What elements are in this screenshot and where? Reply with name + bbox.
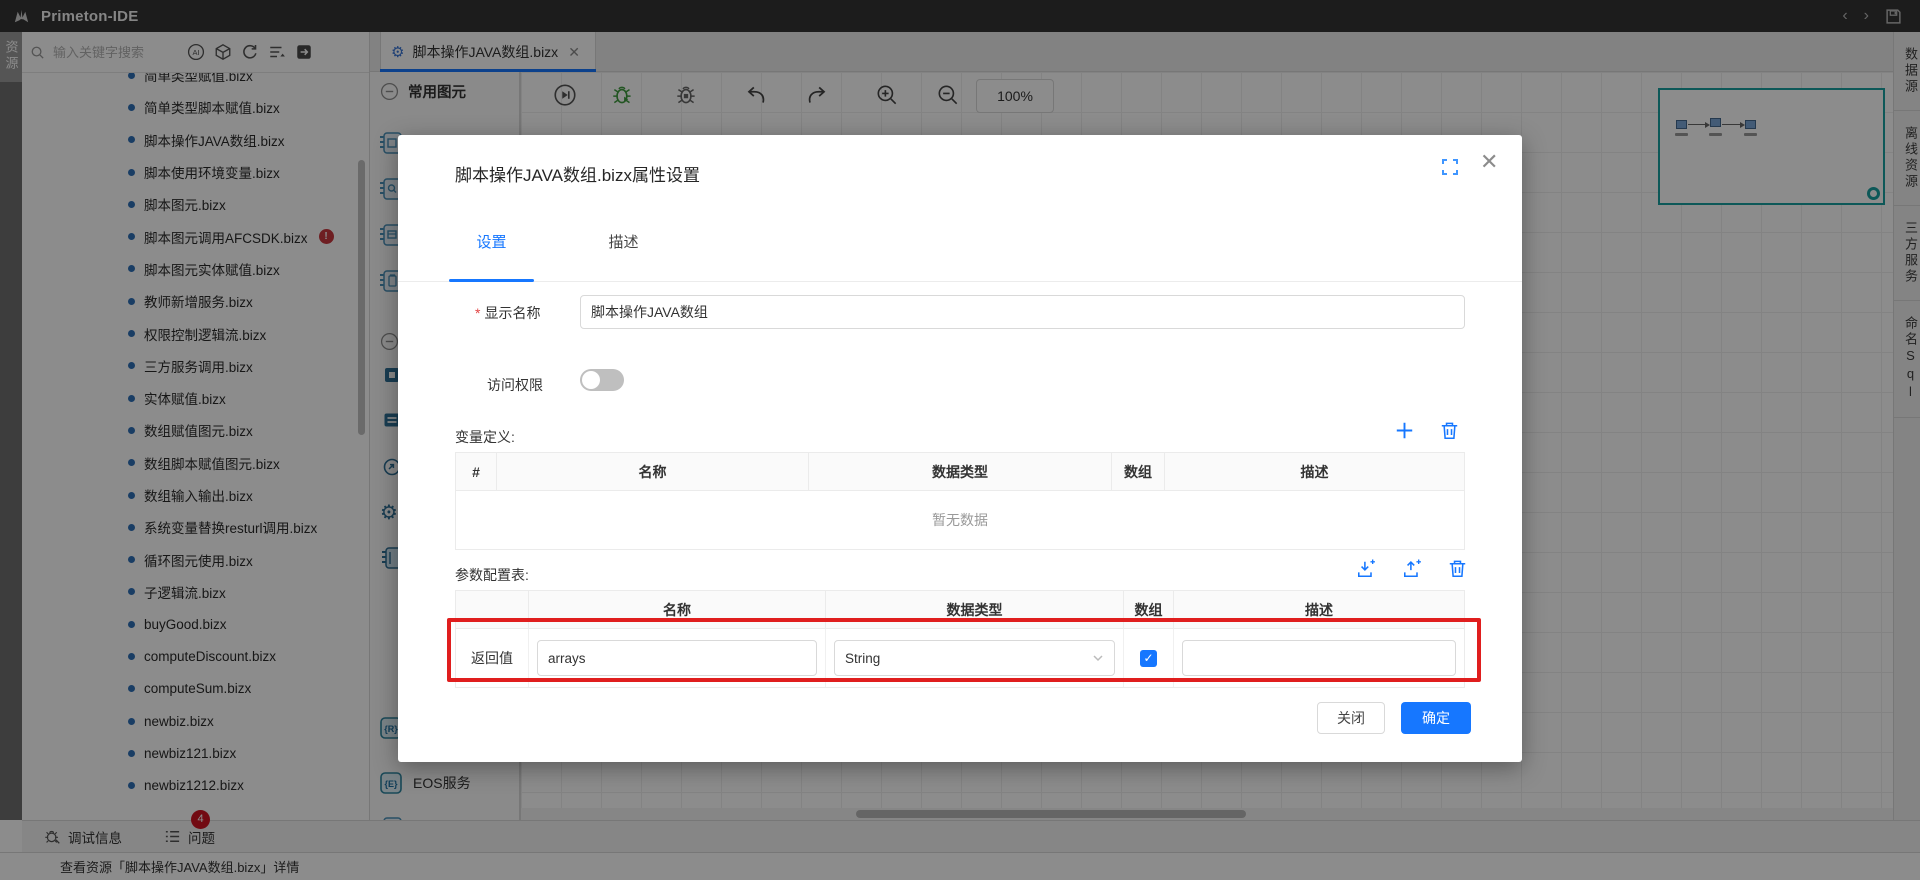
dialog-tabs: 设置 描述 [398,231,1522,282]
param-table: 名称 数据类型 数组 描述 返回值 String ✓ [455,590,1465,688]
col-datatype: 数据类型 [826,591,1124,628]
add-icon[interactable] [1395,421,1414,440]
display-name-label: *显示名称 [475,303,540,323]
access-toggle[interactable] [580,369,624,391]
col-datatype: 数据类型 [809,453,1112,490]
close-icon[interactable]: ✕ [1480,149,1498,175]
expand-icon[interactable] [1440,157,1460,177]
access-label: 访问权限 [487,375,543,395]
variable-section-title: 变量定义: [455,427,515,447]
tab-description[interactable]: 描述 [581,231,666,282]
export-icon[interactable] [1402,559,1422,579]
variable-table-header: # 名称 数据类型 数组 描述 [456,453,1464,491]
close-button[interactable]: 关闭 [1317,702,1385,734]
import-icon[interactable] [1356,559,1376,579]
param-desc-input[interactable] [1182,640,1456,676]
ok-button[interactable]: 确定 [1401,702,1471,734]
col-desc: 描述 [1174,591,1464,628]
tab-settings[interactable]: 设置 [449,231,534,282]
display-name-input[interactable] [580,295,1465,329]
empty-placeholder: 暂无数据 [456,491,1464,549]
variable-table: # 名称 数据类型 数组 描述 暂无数据 [455,452,1465,550]
array-checkbox[interactable]: ✓ [1140,650,1157,667]
col-name: 名称 [529,591,826,628]
toggle-knob [582,371,600,389]
col-name: 名称 [497,453,809,490]
return-value-label: 返回值 [456,629,529,687]
param-name-input[interactable] [537,640,817,676]
active-tab-indicator [449,279,534,282]
chevron-down-icon [1092,652,1104,664]
required-mark: * [475,305,480,321]
col-desc: 描述 [1165,453,1464,490]
col-index: # [456,453,497,490]
col-kind [456,591,529,628]
datatype-select[interactable]: String [834,640,1115,676]
dialog-title: 脚本操作JAVA数组.bizx属性设置 [455,161,700,186]
datatype-value: String [845,651,880,666]
param-section-title: 参数配置表: [455,565,529,585]
col-array: 数组 [1112,453,1165,490]
param-row: 返回值 String ✓ [456,629,1464,687]
col-array: 数组 [1124,591,1174,628]
trash-icon[interactable] [1448,559,1467,579]
trash-icon[interactable] [1440,421,1459,440]
param-table-header: 名称 数据类型 数组 描述 [456,591,1464,629]
properties-dialog: 脚本操作JAVA数组.bizx属性设置 ✕ 设置 描述 *显示名称 访问权限 变… [398,135,1522,762]
